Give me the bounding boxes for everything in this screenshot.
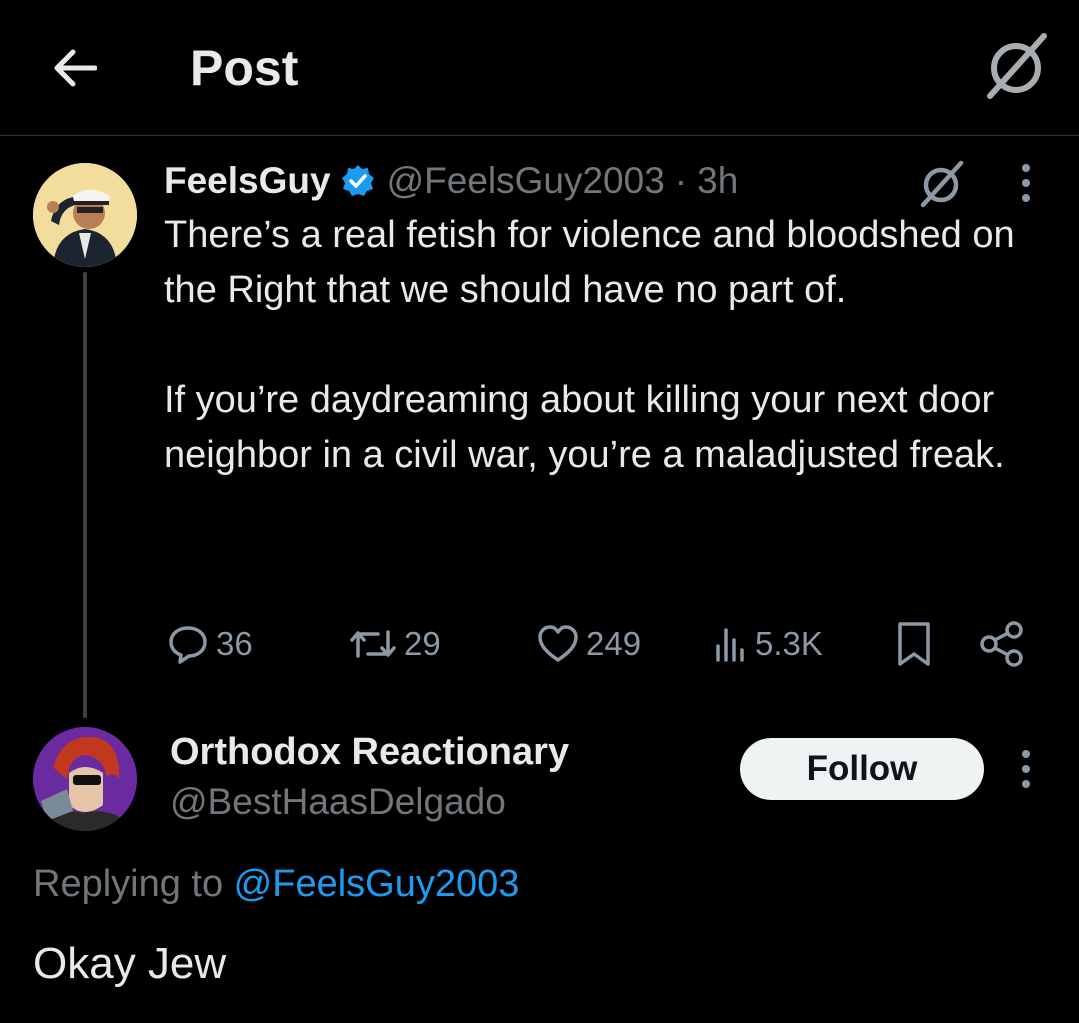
more-options-button[interactable] xyxy=(1008,160,1044,206)
follow-button[interactable]: Follow xyxy=(740,738,984,800)
post-time[interactable]: 3h xyxy=(697,160,738,202)
verified-badge-icon xyxy=(341,165,374,196)
avatar-image xyxy=(33,163,137,267)
separator-dot: · xyxy=(674,160,688,201)
bookmark-icon xyxy=(898,622,930,666)
replying-to-mention[interactable]: @FeelsGuy2003 xyxy=(234,863,520,905)
thread-connector xyxy=(83,272,87,718)
repost-button[interactable]: 29 xyxy=(348,618,441,670)
back-button[interactable] xyxy=(46,40,102,96)
views-icon xyxy=(716,628,744,662)
grok-icon xyxy=(920,160,964,208)
tweet-text: There’s a real fetish for violence and b… xyxy=(164,208,1044,483)
repost-icon xyxy=(350,630,396,658)
avatar-orthodox-reactionary[interactable] xyxy=(33,727,137,831)
grok-icon xyxy=(987,33,1047,99)
replying-to-label: Replying to xyxy=(33,863,234,905)
like-button[interactable]: 249 xyxy=(536,618,641,670)
bookmark-button[interactable] xyxy=(894,618,934,670)
more-vertical-icon xyxy=(1022,164,1030,202)
page-title: Post xyxy=(190,40,299,96)
tweet-paragraph: If you’re daydreaming about killing your… xyxy=(164,379,1005,476)
grok-explain-button[interactable] xyxy=(915,157,967,209)
grok-button[interactable] xyxy=(980,30,1052,102)
views-button[interactable]: 5.3K xyxy=(713,618,823,670)
reply-text: Okay Jew xyxy=(33,939,227,988)
reply-button[interactable]: 36 xyxy=(166,618,253,670)
author-handle[interactable]: @FeelsGuy2003 xyxy=(387,160,665,202)
heart-icon xyxy=(538,625,578,662)
arrow-left-icon xyxy=(54,49,97,87)
tweet-paragraph: There’s a real fetish for violence and b… xyxy=(164,214,1015,311)
avatar-feelsguy[interactable] xyxy=(33,163,137,267)
replying-to-line: Replying to @FeelsGuy2003 xyxy=(33,858,519,910)
tweet-author-row: FeelsGuy @FeelsGuy2003 · 3h xyxy=(164,155,738,207)
header-divider xyxy=(0,135,1079,136)
like-count: 249 xyxy=(586,625,642,662)
views-count: 5.3K xyxy=(755,625,823,662)
share-button[interactable] xyxy=(978,618,1026,670)
author-name[interactable]: FeelsGuy xyxy=(164,160,331,202)
reply-count: 36 xyxy=(216,625,253,662)
more-vertical-icon xyxy=(1022,750,1030,788)
reply-author-name[interactable]: Orthodox Reactionary xyxy=(170,728,569,776)
reply-icon xyxy=(169,626,207,664)
reply-more-options-button[interactable] xyxy=(1008,746,1044,792)
share-icon xyxy=(980,621,1023,667)
reply-author-handle[interactable]: @BestHaasDelgado xyxy=(170,778,506,826)
avatar-image xyxy=(33,727,137,831)
repost-count: 29 xyxy=(404,625,441,662)
